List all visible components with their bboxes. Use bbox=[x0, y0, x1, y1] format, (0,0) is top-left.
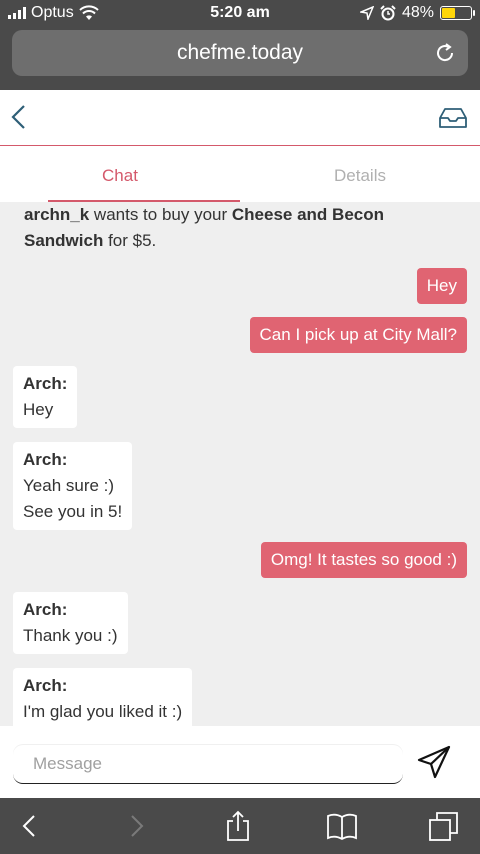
reload-icon[interactable] bbox=[434, 42, 456, 64]
message-outgoing: Can I pick up at City Mall? bbox=[249, 317, 467, 353]
inbox-icon[interactable] bbox=[438, 106, 468, 130]
message-text: I'm glad you liked it :) bbox=[23, 702, 183, 721]
tab-bar: Chat Details bbox=[0, 146, 480, 202]
url-text: chefme.today bbox=[176, 41, 304, 64]
message-sender: Arch: bbox=[23, 374, 68, 393]
offer-middle: wants to buy your bbox=[89, 205, 232, 224]
app-header bbox=[0, 90, 480, 146]
offer-notice: archn_k wants to buy your Cheese and Bec… bbox=[24, 202, 454, 254]
alarm-icon bbox=[380, 5, 396, 21]
message-text: Yeah sure :) bbox=[23, 476, 115, 495]
message-text: See you in 5! bbox=[23, 502, 123, 521]
message-text: Thank you :) bbox=[23, 626, 118, 645]
message-composer bbox=[0, 726, 480, 798]
location-icon bbox=[359, 6, 374, 20]
message-incoming: Arch: Thank you :) bbox=[13, 592, 128, 654]
tab-chat[interactable]: Chat bbox=[0, 146, 240, 202]
back-icon[interactable] bbox=[8, 102, 30, 132]
status-bar: Optus 5:20 am 48% bbox=[0, 0, 480, 28]
share-icon[interactable] bbox=[222, 810, 254, 842]
offer-price: for $5. bbox=[103, 231, 157, 250]
message-incoming: Arch: Hey bbox=[13, 366, 78, 428]
message-sender: Arch: bbox=[23, 676, 68, 695]
message-incoming: Arch: Yeah sure :) See you in 5! bbox=[13, 442, 133, 530]
tab-details[interactable]: Details bbox=[240, 146, 480, 202]
message-input[interactable] bbox=[13, 744, 403, 784]
status-right: 48% bbox=[359, 4, 475, 22]
message-sender: Arch: bbox=[23, 600, 68, 619]
message-incoming: Arch: I'm glad you liked it :) bbox=[13, 668, 193, 726]
battery-percent: 48% bbox=[401, 4, 434, 21]
bookmarks-icon[interactable] bbox=[326, 810, 358, 842]
url-field[interactable]: chefme.today bbox=[12, 30, 468, 76]
offer-user: archn_k bbox=[24, 205, 90, 224]
message-outgoing: Hey bbox=[416, 268, 467, 304]
browser-forward-icon[interactable] bbox=[120, 810, 152, 842]
browser-back-icon[interactable] bbox=[14, 810, 46, 842]
message-outgoing: Omg! It tastes so good :) bbox=[260, 542, 467, 578]
battery-fill bbox=[442, 8, 456, 18]
message-text: Hey bbox=[23, 400, 54, 419]
chat-thread[interactable]: archn_k wants to buy your Cheese and Bec… bbox=[0, 202, 480, 726]
message-sender: Arch: bbox=[23, 450, 68, 469]
tabs-icon[interactable] bbox=[428, 810, 460, 842]
browser-bar: chefme.today bbox=[0, 28, 480, 90]
browser-toolbar bbox=[0, 798, 480, 854]
send-icon[interactable] bbox=[416, 744, 452, 780]
battery-icon bbox=[440, 6, 475, 20]
